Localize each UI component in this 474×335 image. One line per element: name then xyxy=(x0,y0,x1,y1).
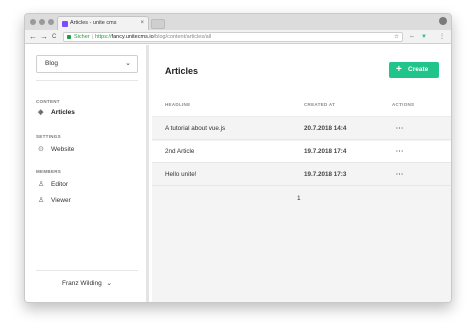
layers-icon: ◈ xyxy=(38,109,44,116)
url-path: /blog/content/articles/all xyxy=(153,34,212,40)
plus-icon: + xyxy=(396,64,402,75)
cell-headline: 2nd Article xyxy=(165,148,195,155)
url-host: fancy.unitecms.io xyxy=(111,34,154,40)
sidebar-item-label: Editor xyxy=(51,181,68,188)
row-actions-button[interactable]: ··· xyxy=(396,141,404,163)
browser-window: Articles - unite cms × ← → C Sicher | http… xyxy=(24,13,452,303)
cell-headline: Hello unite! xyxy=(165,171,197,178)
url-scheme: https:// xyxy=(95,34,112,40)
column-header-headline: HEADLINE xyxy=(165,102,191,107)
vue-devtools-icon[interactable]: ▼ xyxy=(421,33,427,41)
chevron-down-icon: ⌄ xyxy=(106,280,112,287)
tab-title: Articles - unite cms xyxy=(70,20,117,26)
divider xyxy=(36,270,138,271)
main-content: Articles + Create HEADLINE CREATED AT AC… xyxy=(152,45,451,302)
reload-icon[interactable]: C xyxy=(52,31,56,43)
settings-icon: ⊙ xyxy=(38,146,44,153)
sidebar: Blog ⌄ CONTENT ◈ Articles SETTINGS ⊙ Web… xyxy=(25,45,149,302)
section-title-settings: SETTINGS xyxy=(36,134,61,139)
browser-tab[interactable]: Articles - unite cms × xyxy=(57,16,149,30)
minimize-window-button[interactable] xyxy=(39,19,45,25)
address-toolbar: ← → C Sicher | https://fancy.unitecms.io/b… xyxy=(25,30,451,44)
tab-bar: Articles - unite cms × xyxy=(25,14,451,30)
sidebar-item-viewer[interactable]: ♙ Viewer xyxy=(36,195,138,207)
section-title-content: CONTENT xyxy=(36,99,60,104)
create-button[interactable]: + Create xyxy=(389,62,439,78)
profile-icon[interactable] xyxy=(439,17,447,25)
app: Blog ⌄ CONTENT ◈ Articles SETTINGS ⊙ Web… xyxy=(25,45,451,302)
user-menu[interactable]: Franz Wilding ⌄ xyxy=(25,279,149,287)
cell-created-at: 19.7.2018 17:3 xyxy=(304,171,347,178)
forward-icon[interactable]: → xyxy=(40,31,48,43)
domain-select-value: Blog xyxy=(45,60,59,67)
bookmark-star-icon[interactable]: ☆ xyxy=(394,33,399,42)
lock-icon xyxy=(67,35,71,39)
cell-headline: A tutorial about vue.js xyxy=(165,125,226,132)
row-actions-button[interactable]: ··· xyxy=(396,164,404,186)
chevron-down-icon: ⌄ xyxy=(125,60,131,67)
cell-created-at: 19.7.2018 17:4 xyxy=(304,148,347,155)
table-row[interactable]: A tutorial about vue.js 20.7.2018 14:4 ·… xyxy=(152,118,451,140)
column-header-created-at: CREATED AT xyxy=(304,102,336,107)
user-icon: ♙ xyxy=(38,197,45,204)
sidebar-item-label: Website xyxy=(51,146,75,153)
new-tab-button[interactable] xyxy=(151,19,165,29)
page-title: Articles xyxy=(165,66,199,76)
browser-menu-icon[interactable]: ⋮ xyxy=(439,33,445,41)
tab-close-icon[interactable]: × xyxy=(140,17,144,30)
user-name: Franz Wilding xyxy=(62,280,102,287)
sidebar-item-website[interactable]: ⊙ Website xyxy=(36,144,138,156)
secure-label: Sicher xyxy=(74,34,90,40)
extension-icon[interactable]: ⇔ xyxy=(409,33,415,41)
user-icon: ♙ xyxy=(38,181,45,188)
page-header: Articles + Create xyxy=(152,45,451,92)
favicon-icon xyxy=(62,21,68,27)
address-bar[interactable]: Sicher | https://fancy.unitecms.io/blog/co… xyxy=(63,32,403,42)
table-row[interactable]: 2nd Article 19.7.2018 17:4 ··· xyxy=(152,141,451,163)
table-row[interactable]: Hello unite! 19.7.2018 17:3 ··· xyxy=(152,164,451,186)
sidebar-item-label: Articles xyxy=(51,109,75,116)
sidebar-item-articles[interactable]: ◈ Articles xyxy=(36,107,138,119)
section-title-members: MEMBERS xyxy=(36,169,62,174)
pagination-page-1[interactable]: 1 xyxy=(297,195,301,202)
create-button-label: Create xyxy=(408,66,429,73)
table-header: HEADLINE CREATED AT ACTIONS xyxy=(152,92,451,117)
sidebar-item-label: Viewer xyxy=(51,197,71,204)
close-window-button[interactable] xyxy=(30,19,36,25)
divider xyxy=(36,80,138,81)
cell-created-at: 20.7.2018 14:4 xyxy=(304,125,347,132)
back-icon[interactable]: ← xyxy=(29,31,37,43)
domain-select[interactable]: Blog ⌄ xyxy=(36,55,138,73)
sidebar-item-editor[interactable]: ♙ Editor xyxy=(36,179,138,191)
column-header-actions: ACTIONS xyxy=(392,102,415,107)
row-actions-button[interactable]: ··· xyxy=(396,118,404,140)
maximize-window-button[interactable] xyxy=(48,19,54,25)
